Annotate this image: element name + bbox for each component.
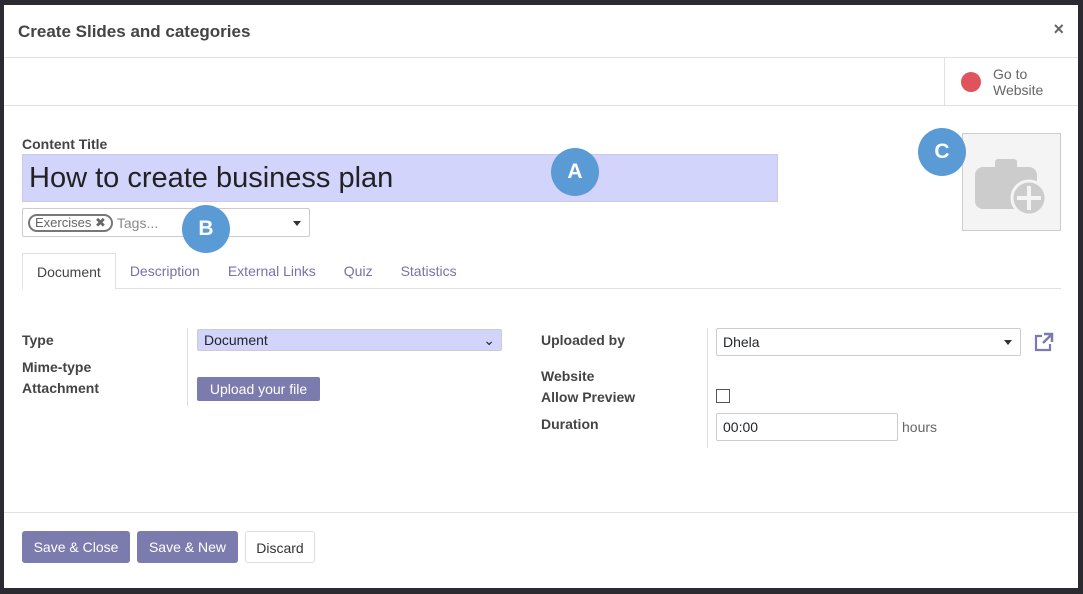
- annotation-badge-b: B: [182, 205, 230, 253]
- save-close-button[interactable]: Save & Close: [22, 531, 130, 563]
- divider: [707, 328, 708, 448]
- duration-unit: hours: [902, 419, 938, 435]
- remove-tag-icon[interactable]: ✖: [95, 215, 106, 230]
- globe-icon: [961, 72, 981, 92]
- mime-type-label: Mime-type: [22, 359, 92, 375]
- tag-label: Exercises: [35, 214, 92, 230]
- dialog-title: Create Slides and categories: [18, 22, 251, 41]
- dropdown-caret-icon: [1004, 340, 1012, 345]
- upload-file-button[interactable]: Upload your file: [197, 377, 320, 401]
- close-button[interactable]: ×: [1053, 19, 1064, 40]
- tag-exercises: Exercises ✖: [28, 213, 113, 232]
- duration-label: Duration: [541, 416, 599, 432]
- allow-preview-label: Allow Preview: [541, 389, 636, 405]
- type-value: Document: [204, 332, 268, 348]
- tab-quiz[interactable]: Quiz: [330, 253, 387, 288]
- tags-input[interactable]: Exercises ✖ Tags...: [22, 208, 310, 237]
- go-to-website-button[interactable]: Go to Website: [944, 58, 1078, 106]
- content-title-label: Content Title: [22, 136, 108, 152]
- type-label: Type: [22, 332, 54, 348]
- uploaded-by-value: Dhela: [723, 334, 760, 350]
- discard-button[interactable]: Discard: [245, 531, 315, 563]
- uploaded-by-select[interactable]: Dhela: [716, 328, 1021, 356]
- dialog-header: Create Slides and categories ×: [4, 5, 1078, 58]
- create-slide-dialog: Create Slides and categories × Go to Webs…: [4, 5, 1078, 588]
- annotation-badge-a: A: [551, 148, 599, 196]
- save-new-button[interactable]: Save & New: [137, 531, 238, 563]
- chevron-down-icon: ⌄: [483, 332, 495, 348]
- image-upload[interactable]: [962, 133, 1061, 231]
- button-box: Go to Website: [4, 58, 1078, 106]
- tab-document[interactable]: Document: [22, 253, 116, 290]
- content-title-input[interactable]: How to create business plan: [22, 154, 778, 202]
- tab-statistics[interactable]: Statistics: [387, 253, 471, 288]
- external-link-icon[interactable]: [1033, 332, 1055, 352]
- go-to-label: Go to: [993, 66, 1028, 82]
- notebook-tabs: Document Description External Links Quiz…: [22, 253, 1061, 290]
- tab-external-links[interactable]: External Links: [214, 253, 330, 288]
- divider: [187, 328, 188, 406]
- dialog-footer: [4, 512, 1078, 513]
- tab-description[interactable]: Description: [116, 253, 214, 288]
- duration-input[interactable]: 00:00: [716, 413, 898, 441]
- annotation-badge-c: C: [918, 128, 966, 176]
- website-label: Website: [993, 82, 1044, 98]
- camera-plus-icon: [975, 159, 1048, 217]
- uploaded-by-label: Uploaded by: [541, 332, 626, 348]
- attachment-label: Attachment: [22, 380, 100, 396]
- tags-placeholder: Tags...: [116, 214, 159, 231]
- dropdown-caret-icon[interactable]: [293, 221, 301, 226]
- type-select[interactable]: Document ⌄: [197, 329, 502, 351]
- allow-preview-checkbox[interactable]: [716, 389, 730, 403]
- website-field-label: Website: [541, 368, 595, 384]
